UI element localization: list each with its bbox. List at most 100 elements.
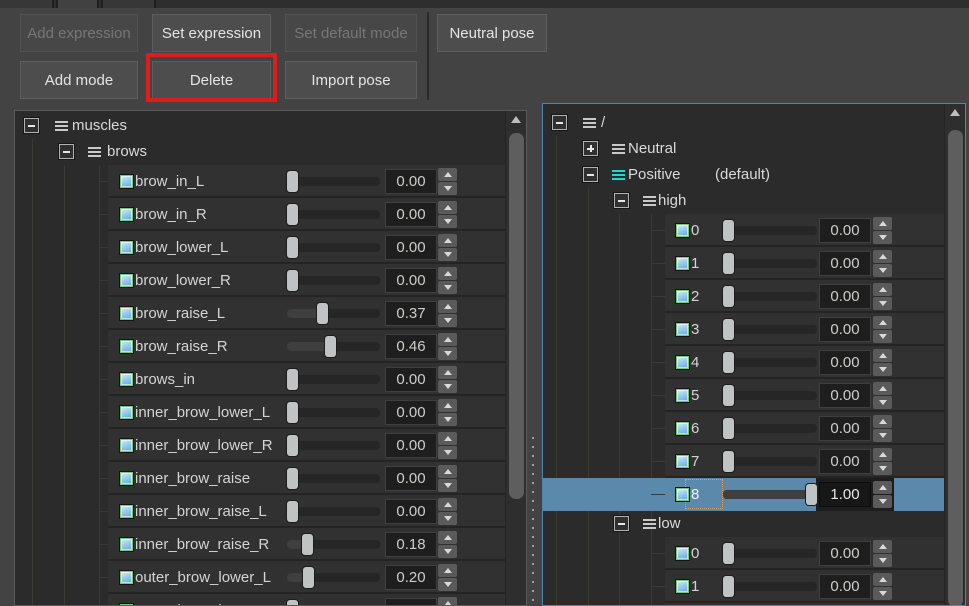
slider-handle[interactable] — [287, 435, 298, 456]
tree-item-brow_raise_R[interactable]: brow_raise_R0.46 — [15, 330, 526, 363]
value-spinbox[interactable]: 0.37 — [385, 301, 437, 326]
spin-down-button[interactable] — [438, 446, 457, 459]
scroll-up-button[interactable] — [948, 106, 963, 119]
checkbox-icon[interactable] — [120, 472, 133, 485]
collapse-icon[interactable] — [552, 115, 567, 130]
value-spinbox[interactable]: 0.00 — [385, 598, 437, 606]
tree-group--[interactable]: / — [543, 110, 965, 136]
checkbox-icon[interactable] — [676, 323, 689, 336]
spin-down-button[interactable] — [873, 396, 892, 409]
slider[interactable] — [723, 537, 817, 570]
slider-handle[interactable] — [287, 270, 298, 291]
checkbox-icon[interactable] — [676, 290, 689, 303]
tree-item-brow_in_L[interactable]: brow_in_L0.00 — [15, 165, 526, 198]
slider[interactable] — [723, 570, 817, 603]
slider[interactable] — [723, 445, 817, 478]
spin-up-button[interactable] — [873, 481, 892, 494]
value-spinbox[interactable]: 0.00 — [385, 499, 437, 524]
checkbox-icon[interactable] — [120, 175, 133, 188]
tree-group-muscles[interactable]: muscles — [15, 113, 526, 139]
slider-handle[interactable] — [723, 385, 734, 406]
collapse-icon[interactable] — [24, 118, 39, 133]
spin-down-button[interactable] — [873, 330, 892, 343]
slider[interactable] — [287, 495, 380, 528]
slider[interactable] — [287, 594, 380, 606]
slider[interactable] — [287, 231, 380, 264]
spin-up-button[interactable] — [873, 573, 892, 586]
value-spinbox[interactable]: 0.00 — [819, 350, 871, 375]
slider-handle[interactable] — [287, 204, 298, 225]
spin-down-button[interactable] — [438, 215, 457, 228]
spin-down-button[interactable] — [873, 587, 892, 600]
spin-down-button[interactable] — [438, 578, 457, 591]
checkbox-icon[interactable] — [676, 488, 689, 501]
checkbox-icon[interactable] — [676, 422, 689, 435]
collapse-icon[interactable] — [614, 516, 629, 531]
value-spinbox[interactable]: 0.00 — [819, 574, 871, 599]
tree-item-2[interactable]: 20.00 — [543, 280, 965, 313]
slider[interactable] — [287, 363, 380, 396]
partial-tab[interactable] — [0, 0, 54, 8]
value-spinbox[interactable]: 0.00 — [385, 433, 437, 458]
checkbox-icon[interactable] — [676, 580, 689, 593]
value-spinbox[interactable]: 0.00 — [385, 400, 437, 425]
scrollbar-thumb[interactable] — [948, 130, 963, 606]
tree-item-brow_raise_L[interactable]: brow_raise_L0.37 — [15, 297, 526, 330]
tree-item-6[interactable]: 60.00 — [543, 412, 965, 445]
tree-group-brows[interactable]: brows — [15, 139, 526, 165]
spin-up-button[interactable] — [873, 250, 892, 263]
spin-up-button[interactable] — [438, 333, 457, 346]
spin-up-button[interactable] — [438, 465, 457, 478]
value-spinbox[interactable]: 0.00 — [819, 449, 871, 474]
tree-item-inner_brow_lower_L[interactable]: inner_brow_lower_L0.00 — [15, 396, 526, 429]
spin-down-button[interactable] — [438, 314, 457, 327]
slider-handle[interactable] — [287, 402, 298, 423]
slider[interactable] — [287, 561, 380, 594]
spin-down-button[interactable] — [873, 554, 892, 567]
spin-down-button[interactable] — [438, 512, 457, 525]
checkbox-icon[interactable] — [120, 274, 133, 287]
slider-handle[interactable] — [287, 501, 298, 522]
slider-handle[interactable] — [723, 352, 734, 373]
checkbox-icon[interactable] — [120, 307, 133, 320]
tree-item-0[interactable]: 00.00 — [543, 537, 965, 570]
slider[interactable] — [287, 429, 380, 462]
spin-down-button[interactable] — [438, 545, 457, 558]
tree-group-low[interactable]: low — [543, 511, 965, 537]
tree-item-brows_in[interactable]: brows_in0.00 — [15, 363, 526, 396]
spin-up-button[interactable] — [438, 597, 457, 606]
slider-handle[interactable] — [287, 171, 298, 192]
slider[interactable] — [287, 297, 380, 330]
spin-down-button[interactable] — [873, 264, 892, 277]
spin-up-button[interactable] — [438, 201, 457, 214]
checkbox-icon[interactable] — [120, 406, 133, 419]
value-spinbox[interactable]: 0.00 — [819, 218, 871, 243]
value-spinbox[interactable]: 0.00 — [385, 169, 437, 194]
slider[interactable] — [723, 379, 817, 412]
spin-up-button[interactable] — [438, 498, 457, 511]
tree-group-high[interactable]: high — [543, 188, 965, 214]
tree-item-1[interactable]: 10.00 — [543, 570, 965, 603]
value-spinbox[interactable]: 0.00 — [819, 541, 871, 566]
slider-handle[interactable] — [723, 418, 734, 439]
checkbox-icon[interactable] — [120, 505, 133, 518]
tree-group-Neutral[interactable]: Neutral — [543, 136, 965, 162]
slider-handle[interactable] — [303, 567, 314, 588]
tree-item-inner_brow_raise[interactable]: inner_brow_raise0.00 — [15, 462, 526, 495]
slider[interactable] — [723, 412, 817, 445]
spin-up-button[interactable] — [873, 217, 892, 230]
slider[interactable] — [723, 313, 817, 346]
slider-handle[interactable] — [723, 451, 734, 472]
value-spinbox[interactable]: 0.00 — [385, 268, 437, 293]
spin-down-button[interactable] — [873, 429, 892, 442]
collapse-icon[interactable] — [59, 144, 74, 159]
slider-handle[interactable] — [287, 468, 298, 489]
spin-down-button[interactable] — [873, 231, 892, 244]
checkbox-icon[interactable] — [120, 340, 133, 353]
checkbox-icon[interactable] — [676, 356, 689, 369]
spin-down-button[interactable] — [438, 413, 457, 426]
slider[interactable] — [287, 528, 380, 561]
spin-up-button[interactable] — [438, 267, 457, 280]
spin-up-button[interactable] — [438, 531, 457, 544]
spin-down-button[interactable] — [438, 281, 457, 294]
